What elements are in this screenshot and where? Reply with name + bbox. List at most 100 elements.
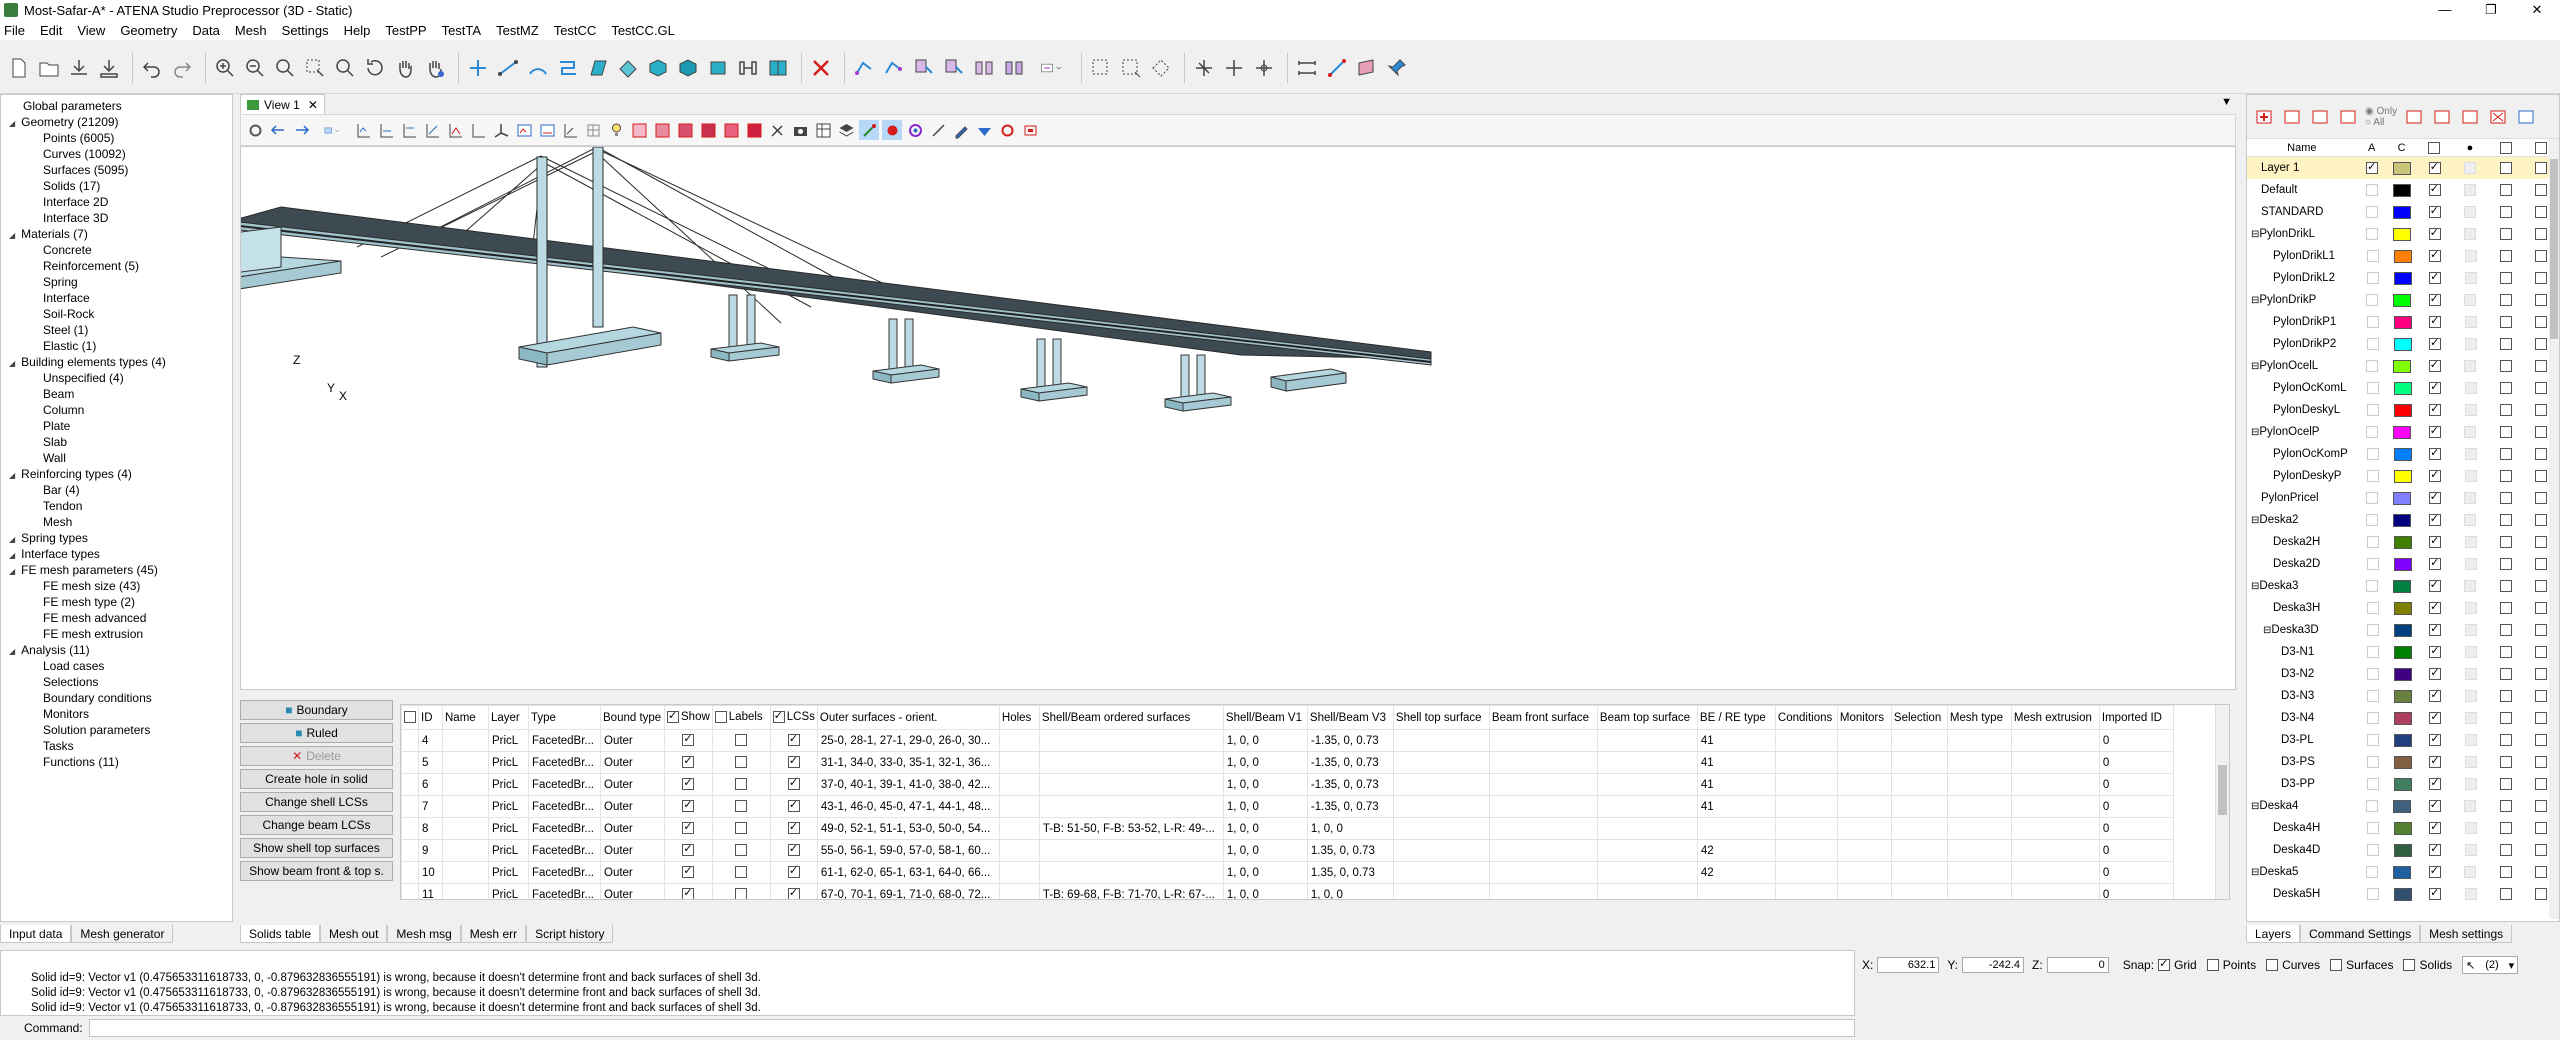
render-full-icon[interactable] [744,120,764,140]
layer-color-cell[interactable] [2387,293,2417,307]
layer-flag-checkbox[interactable] [2429,380,2442,394]
layer-color-swatch[interactable] [2393,821,2412,835]
row-checkbox[interactable] [682,842,695,857]
col-holes[interactable]: Holes [998,705,1040,730]
layer-flag-cell[interactable] [2453,513,2489,526]
layer-active-cell[interactable] [2358,535,2388,548]
layer-active-checkbox[interactable] [2366,359,2379,372]
layer-flag-cell[interactable] [2453,579,2489,592]
layer-flag-checkbox[interactable] [2535,403,2548,416]
tree-item[interactable]: Spring [1,274,232,290]
col-beam-top[interactable]: Beam top surface [1596,705,1698,730]
layer-flag-cell[interactable] [2417,270,2452,284]
create-hole-button[interactable]: Create hole in solid [240,769,393,789]
layer-active-checkbox[interactable] [2367,733,2380,746]
layer-row[interactable]: PylonOcKomP [2247,443,2559,465]
layer-active-cell[interactable] [2358,601,2388,614]
layer-row[interactable]: D3-PP [2247,773,2559,795]
layer-active-cell[interactable] [2357,491,2387,504]
layer-flag-cell[interactable] [2488,403,2523,416]
layer-flag-checkbox[interactable] [2464,755,2477,768]
layer-flag-checkbox[interactable] [2535,249,2548,262]
layer-active-checkbox[interactable] [2366,865,2379,878]
layer-flag-cell[interactable] [2453,689,2488,702]
layer-flag-cell[interactable] [2453,381,2488,394]
col-show[interactable]: Show [664,705,713,730]
layer-flag-checkbox[interactable] [2464,821,2477,834]
layer-active-checkbox[interactable] [2366,315,2379,328]
layer-flag-cell[interactable] [2453,711,2488,724]
cell-show[interactable] [664,751,713,774]
layer-flag-checkbox[interactable] [2499,337,2512,350]
layer-active-checkbox[interactable] [2366,227,2379,240]
solid-extrude-icon[interactable] [645,55,671,81]
layer-flag-checkbox[interactable] [2464,557,2477,570]
cell-lcss[interactable] [769,839,818,862]
layer-flag-checkbox[interactable] [2428,490,2441,504]
layer-flag-checkbox[interactable] [2429,886,2442,900]
redo-icon[interactable] [169,55,195,81]
layer-flag-checkbox[interactable] [2535,557,2548,570]
row-checkbox[interactable] [787,732,800,747]
tree-item[interactable]: FE mesh parameters (45) [1,562,232,578]
layer-flag-cell[interactable] [2453,249,2488,262]
view-settings-icon[interactable] [245,120,265,140]
layer-color-cell[interactable] [2387,799,2417,813]
row-checkbox[interactable] [735,778,748,791]
3d-viewport[interactable]: Z Y X [58,146,2236,690]
select-add-icon[interactable] [1118,55,1144,81]
tab-mesh-out[interactable]: Mesh out [320,925,388,943]
layer-flag-cell[interactable] [2488,623,2523,636]
layer-flag-cell[interactable] [2453,865,2489,878]
view-undo-icon[interactable] [268,120,288,140]
view-light-icon[interactable] [606,120,626,140]
layer-flag-checkbox[interactable] [2499,293,2512,306]
tab-solids-table[interactable]: Solids table [240,925,321,943]
layer-active-cell[interactable] [2358,557,2388,570]
layer-flag-cell[interactable] [2453,799,2489,812]
layer-color-swatch[interactable] [2393,315,2412,329]
select-all-checkbox[interactable] [401,705,419,730]
layer-row[interactable]: ⊟Deska5 [2247,861,2559,883]
table-row[interactable]: 8 PricLFacetedBr...Outer 49-0, 52-1, 51-1,… [401,817,2174,840]
layer-flag-cell[interactable] [2453,315,2488,328]
layer-flag-checkbox[interactable] [2429,666,2442,680]
measure-icon[interactable] [1294,55,1320,81]
layer-flag-cell[interactable] [2453,887,2488,900]
layer-flag-cell[interactable] [2453,601,2488,614]
row-checkbox[interactable] [787,776,800,791]
layer-active-cell[interactable] [2358,777,2388,790]
layer-color-cell[interactable] [2387,205,2417,219]
layer-row[interactable]: D3-N2 [2247,663,2559,685]
layer-info-icon[interactable] [2515,105,2539,129]
layer-flag-cell[interactable] [2417,512,2453,526]
layer-flag-checkbox[interactable] [2464,601,2477,614]
layer-color-cell[interactable] [2388,601,2418,615]
layer-active-cell[interactable] [2357,359,2387,372]
layer-row[interactable]: PylonDeskyP [2247,465,2559,487]
layer-flag-cell[interactable] [2453,491,2489,504]
header-lock-checkbox[interactable] [2499,141,2512,154]
layer-row[interactable]: D3-N3 [2247,685,2559,707]
layer-flag-checkbox[interactable] [2499,777,2512,790]
col-layer[interactable]: Layer [488,705,529,730]
layer-flag-checkbox[interactable] [2429,314,2442,328]
menu-testpp[interactable]: TestPP [385,23,426,38]
layer-active-checkbox[interactable] [2366,469,2379,482]
layer-active-cell[interactable] [2357,425,2387,438]
layer-color-swatch[interactable] [2393,667,2412,681]
row-checkbox[interactable] [682,820,695,835]
layer-color-cell[interactable] [2388,887,2418,901]
layer-flag-checkbox[interactable] [2499,381,2512,394]
layer-flag-checkbox[interactable] [2535,843,2548,856]
layer-flag-cell[interactable] [2417,160,2453,174]
layer-flag-checkbox[interactable] [2499,601,2512,614]
layer-color-swatch[interactable] [2393,711,2412,725]
tab-mesh-err[interactable]: Mesh err [460,925,527,943]
col-layer-color[interactable]: C [2387,142,2417,154]
layer-active-cell[interactable] [2358,711,2388,724]
layer-color-cell[interactable] [2388,689,2418,703]
view-table-icon[interactable] [813,120,833,140]
command-input[interactable] [88,1019,1855,1037]
render-edge-icon[interactable] [721,120,741,140]
